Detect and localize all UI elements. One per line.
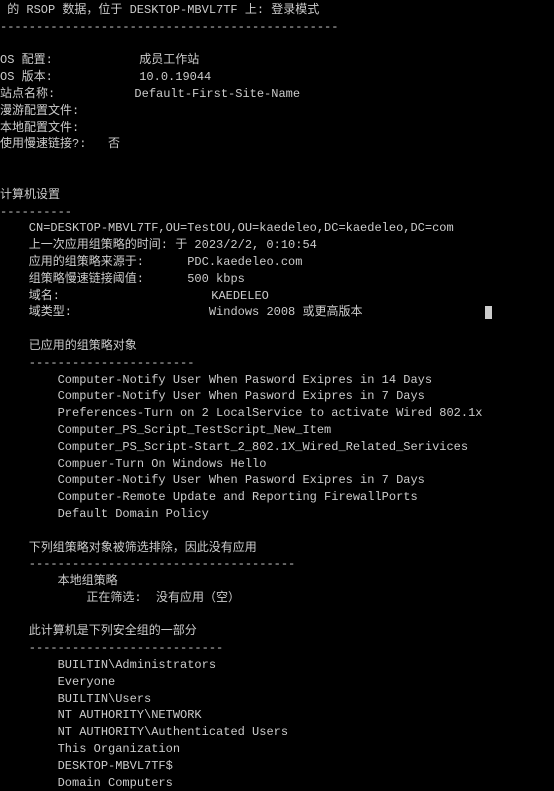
computer-settings-divider: ---------- (0, 204, 554, 221)
gpo-item: Computer_PS_Script_TestScript_New_Item (0, 422, 554, 439)
filtering-line: 正在筛选: 没有应用（空） (0, 590, 554, 607)
applied-gpos-title: 已应用的组策略对象 (0, 338, 554, 355)
os-version-value: 10.0.19044 (139, 70, 211, 84)
policy-source-line: 应用的组策略来源于: PDC.kaedeleo.com (0, 254, 554, 271)
blank-line (0, 321, 554, 338)
security-group-item: BUILTIN\Users (0, 691, 554, 708)
os-version-label: OS 版本: (0, 70, 53, 84)
gpo-item: Compuer-Turn On Windows Hello (0, 456, 554, 473)
threshold-label: 组策略慢速链接阈值: (0, 272, 144, 286)
header-divider: ----------------------------------------… (0, 19, 554, 36)
slow-link-value: 否 (108, 137, 120, 151)
blank-line (0, 523, 554, 540)
security-group-item: BUILTIN\Administrators (0, 657, 554, 674)
policy-source-value: PDC.kaedeleo.com (187, 255, 302, 269)
domain-type-line: 域类型: Windows 2008 或更高版本 (0, 304, 554, 321)
security-groups-title: 此计算机是下列安全组的一部分 (0, 623, 554, 640)
domain-name-value: KAEDELEO (211, 289, 269, 303)
cursor-icon (485, 306, 492, 319)
os-config-line: OS 配置: 成员工作站 (0, 52, 554, 69)
last-applied-value: 于 2023/2/2, 0:10:54 (175, 238, 317, 252)
local-profile-line: 本地配置文件: (0, 120, 554, 137)
blank-line (0, 153, 554, 170)
computer-settings-title: 计算机设置 (0, 187, 554, 204)
policy-source-label: 应用的组策略来源于: (0, 255, 144, 269)
local-policy-line: 本地组策略 (0, 573, 554, 590)
blank-line (0, 36, 554, 53)
security-group-item: NT AUTHORITY\Authenticated Users (0, 724, 554, 741)
gpo-item: Computer-Notify User When Pasword Exipre… (0, 388, 554, 405)
os-config-value: 成员工作站 (139, 53, 199, 67)
security-group-item: Domain Computers (0, 775, 554, 791)
blank-line (0, 607, 554, 624)
filtered-gpos-divider: ------------------------------------- (0, 556, 554, 573)
filtering-label: 正在筛选: (0, 591, 142, 605)
os-version-line: OS 版本: 10.0.19044 (0, 69, 554, 86)
threshold-line: 组策略慢速链接阈值: 500 kbps (0, 271, 554, 288)
filtering-value: 没有应用（空） (142, 591, 240, 605)
site-name-label: 站点名称: (0, 87, 55, 101)
security-group-item: This Organization (0, 741, 554, 758)
filtered-gpos-title: 下列组策略对象被筛选排除，因此没有应用 (0, 540, 554, 557)
applied-gpos-divider: ----------------------- (0, 355, 554, 372)
os-config-label: OS 配置: (0, 53, 53, 67)
security-group-item: DESKTOP-MBVL7TF$ (0, 758, 554, 775)
gpo-item: Computer-Remote Update and Reporting Fir… (0, 489, 554, 506)
domain-type-value: Windows 2008 或更高版本 (209, 305, 363, 319)
security-group-item: Everyone (0, 674, 554, 691)
blank-line (0, 170, 554, 187)
site-name-line: 站点名称: Default-First-Site-Name (0, 86, 554, 103)
domain-name-line: 域名: KAEDELEO (0, 288, 554, 305)
gpo-item: Computer-Notify User When Pasword Exipre… (0, 372, 554, 389)
domain-name-label: 域名: (0, 289, 60, 303)
gpo-item: Computer-Notify User When Pasword Exipre… (0, 472, 554, 489)
slow-link-line: 使用慢速链接?: 否 (0, 136, 554, 153)
security-groups-divider: --------------------------- (0, 640, 554, 657)
site-name-value: Default-First-Site-Name (134, 87, 300, 101)
security-group-item: NT AUTHORITY\NETWORK (0, 707, 554, 724)
gpo-item: Preferences-Turn on 2 LocalService to ac… (0, 405, 554, 422)
domain-type-label: 域类型: (0, 305, 72, 319)
gpo-item: Computer_PS_Script-Start_2_802.1X_Wired_… (0, 439, 554, 456)
cn-line: CN=DESKTOP-MBVL7TF,OU=TestOU,OU=kaedeleo… (0, 220, 554, 237)
last-applied-line: 上一次应用组策略的时间: 于 2023/2/2, 0:10:54 (0, 237, 554, 254)
last-applied-label: 上一次应用组策略的时间: (0, 238, 168, 252)
slow-link-label: 使用慢速链接?: (0, 137, 86, 151)
threshold-value: 500 kbps (187, 272, 245, 286)
gpo-item: Default Domain Policy (0, 506, 554, 523)
header-title: 的 RSOP 数据，位于 DESKTOP-MBVL7TF 上: 登录模式 (0, 2, 554, 19)
roaming-profile-line: 漫游配置文件: (0, 103, 554, 120)
